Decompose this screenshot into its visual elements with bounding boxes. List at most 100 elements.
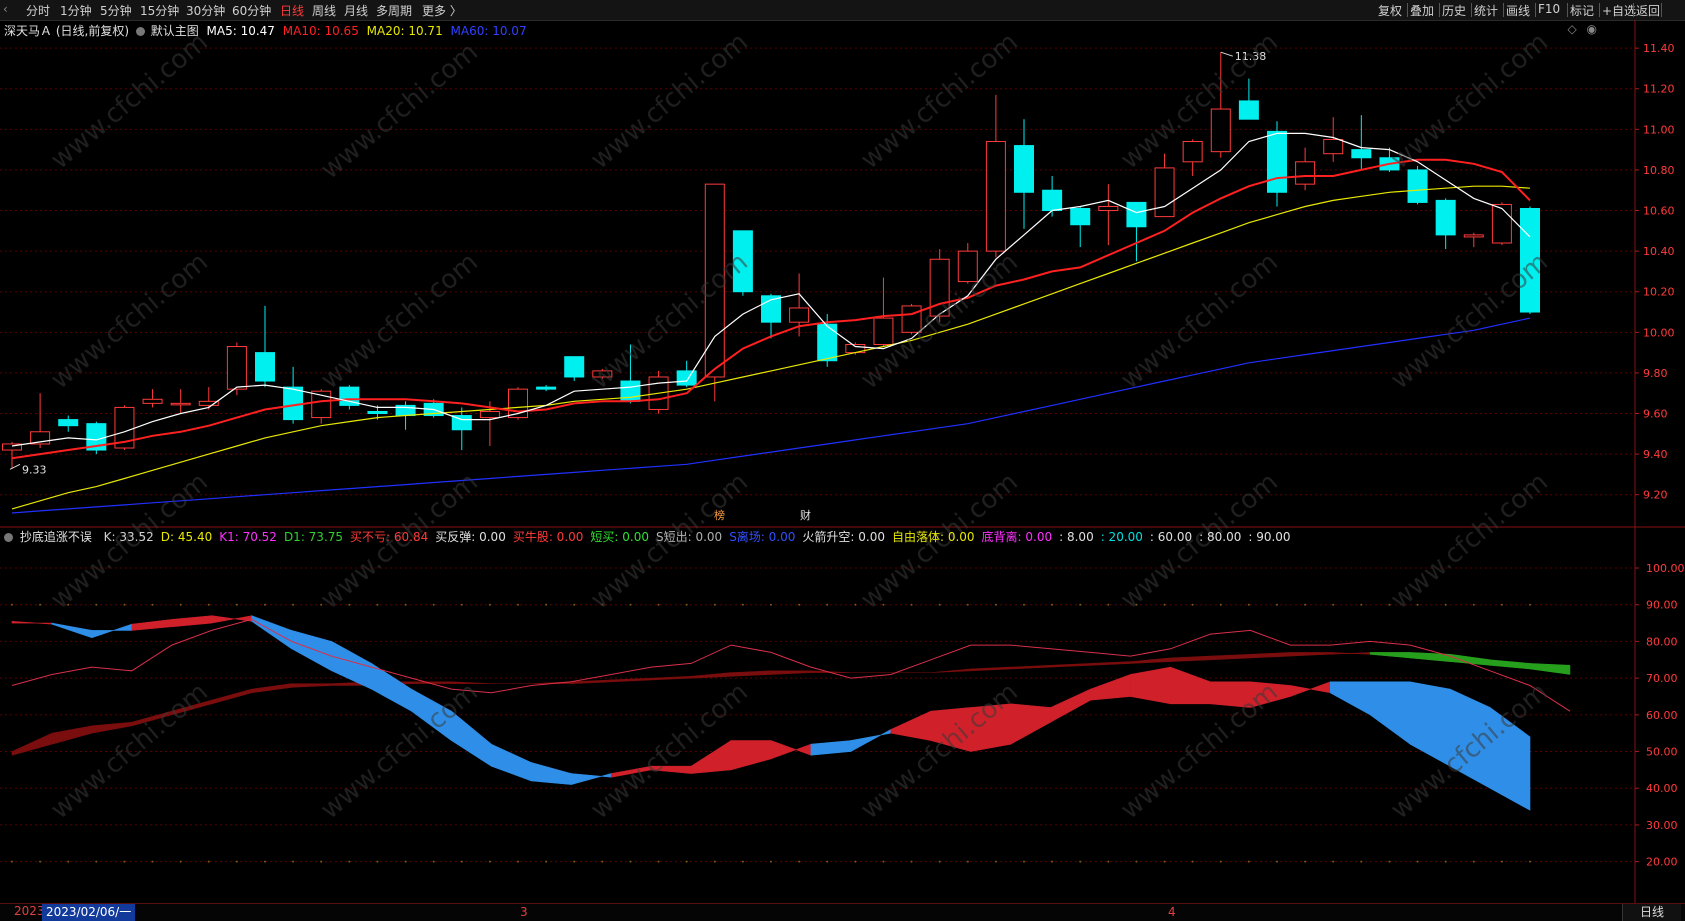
period-tab-6[interactable]: 日线 xyxy=(280,2,304,19)
candle-body xyxy=(1098,205,1119,212)
tool-button-3[interactable]: 统计 xyxy=(1474,2,1498,19)
k-d-band xyxy=(51,622,93,639)
level-dot xyxy=(1472,603,1475,606)
period-tab-0[interactable]: 分时 xyxy=(26,2,50,19)
level-dot xyxy=(994,860,997,863)
period-tab-7[interactable]: 周线 xyxy=(312,2,336,19)
level-dot xyxy=(1191,860,1194,863)
candle-body xyxy=(1407,169,1428,203)
level-dot xyxy=(685,860,688,863)
period-tab-10[interactable]: 更多 〉 xyxy=(422,2,462,19)
k-d-band xyxy=(1170,666,1211,705)
tool-button-6[interactable]: 标记 xyxy=(1570,2,1594,19)
level-dot xyxy=(95,603,98,606)
period-tab-9[interactable]: 多周期 xyxy=(376,2,412,19)
period-tag[interactable]: 日线 xyxy=(1622,904,1681,921)
level-dot xyxy=(1360,603,1363,606)
price-tick-label: 11.20 xyxy=(1643,83,1675,96)
price-axis: 9.20 9.40 9.60 9.80 10.00 10.20 10.40 10.60 10.8… xyxy=(1635,42,1685,869)
period-tab-4[interactable]: 30分钟 xyxy=(186,2,225,19)
period-tab-3[interactable]: 15分钟 xyxy=(140,2,179,19)
indicator-value-2: K1: 70.52 xyxy=(219,530,277,544)
level-dot xyxy=(994,603,997,606)
candle xyxy=(170,389,191,414)
period-tab-1[interactable]: 1分钟 xyxy=(60,2,92,19)
candle-body xyxy=(676,370,697,386)
k1-d1-band xyxy=(970,666,1011,672)
tool-button-2[interactable]: 历史 xyxy=(1442,2,1466,19)
main-legend: 深天马Ａ (日线,前复权) 默认主图 MA5: 10.47 MA10: 10.6… xyxy=(4,22,527,39)
indicator-value-1: D: 45.40 xyxy=(160,530,213,544)
indicator-value-15: : 60.00 xyxy=(1149,530,1193,544)
period-tab-5[interactable]: 60分钟 xyxy=(232,2,271,19)
level-dot xyxy=(1219,860,1222,863)
indicator-name[interactable]: 抄底追涨不误 xyxy=(20,530,92,544)
level-dot xyxy=(1023,603,1025,606)
indicator-tick-label: 50.00 xyxy=(1646,746,1678,759)
indicator-tick-label: 100.00 xyxy=(1646,562,1685,575)
indicator-chart xyxy=(11,615,1571,811)
k-d-band xyxy=(850,729,892,753)
menu-icon[interactable]: ‹ xyxy=(3,2,8,16)
candle xyxy=(1070,206,1091,248)
level-dot xyxy=(1051,860,1054,863)
level-dot xyxy=(1191,603,1194,606)
level-dot xyxy=(741,603,744,606)
indicator-icon[interactable] xyxy=(4,533,13,542)
k1-d1-band xyxy=(1210,653,1251,661)
event-mark: 财 xyxy=(800,508,811,522)
settings-circle-icon[interactable]: ◉ xyxy=(1587,22,1597,36)
level-dot xyxy=(517,603,519,606)
k1-d1-band xyxy=(91,721,133,734)
k1-d1-band xyxy=(1489,659,1531,670)
k1-d1-band xyxy=(1409,652,1451,662)
indicator-tick-label: 70.00 xyxy=(1646,672,1678,685)
chart-area[interactable]: 11.389.33榜财 9.20 9.40 9.60 9.80 10.00 10.20 10… xyxy=(0,20,1685,903)
candle-body xyxy=(1042,189,1063,212)
level-dot xyxy=(1444,603,1447,606)
k1-d1-band xyxy=(51,725,93,745)
k-d-band xyxy=(770,740,812,760)
k-d-band xyxy=(570,773,612,785)
stock-name[interactable]: 深天马Ａ xyxy=(4,24,52,38)
level-dot xyxy=(966,860,969,863)
indicator-value-17: : 90.00 xyxy=(1248,530,1291,544)
k1-d1-band xyxy=(291,683,332,688)
k1-d1-band xyxy=(610,677,652,683)
k1-d1-band xyxy=(730,670,772,677)
tool-button-7[interactable]: +自选 xyxy=(1602,2,1636,19)
period-tab-2[interactable]: 5分钟 xyxy=(100,2,132,19)
k1-d1-band xyxy=(1010,664,1051,670)
level-dot xyxy=(545,603,548,606)
price-tick-label: 10.80 xyxy=(1643,164,1675,177)
level-dot xyxy=(629,860,632,863)
diamond-icon[interactable]: ◇ xyxy=(1567,22,1576,36)
watermark-text: www.cfchi.com xyxy=(315,37,484,185)
time-axis-bar: 2023 2023/02/06/一 3 4 日线 xyxy=(0,903,1685,921)
level-dot xyxy=(207,603,210,606)
tool-button-5[interactable]: F10 xyxy=(1538,2,1560,16)
template-name[interactable]: 默认主图 xyxy=(151,24,199,38)
template-icon[interactable] xyxy=(135,27,145,36)
period-tab-8[interactable]: 月线 xyxy=(344,2,368,19)
tool-button-8[interactable]: 返回 xyxy=(1636,2,1660,19)
level-dot xyxy=(1529,860,1531,863)
low-label: 9.33 xyxy=(22,463,47,476)
k-thin-line xyxy=(11,618,1571,712)
tool-button-0[interactable]: 复权 xyxy=(1378,2,1402,19)
tool-button-1[interactable]: 叠加 xyxy=(1410,2,1434,19)
top-toolbar: ‹ 分时 1分钟 5分钟 15分钟 30分钟 60分钟 日线 周线 月线 多周期 更多 〉 复权 叠加… xyxy=(0,0,1685,21)
level-dot xyxy=(1135,860,1138,863)
candle xyxy=(1154,153,1175,218)
indicator-tick-label: 80.00 xyxy=(1646,635,1678,648)
tool-separator xyxy=(1407,3,1408,17)
tool-separator xyxy=(1661,3,1662,17)
tool-button-4[interactable]: 画线 xyxy=(1506,2,1530,19)
price-tick-label: 9.20 xyxy=(1643,489,1668,502)
level-dot xyxy=(67,860,70,863)
candle xyxy=(255,305,275,388)
level-dot xyxy=(854,603,857,606)
level-dot xyxy=(39,860,42,863)
level-dot xyxy=(404,603,407,606)
level-dot xyxy=(1079,603,1082,606)
